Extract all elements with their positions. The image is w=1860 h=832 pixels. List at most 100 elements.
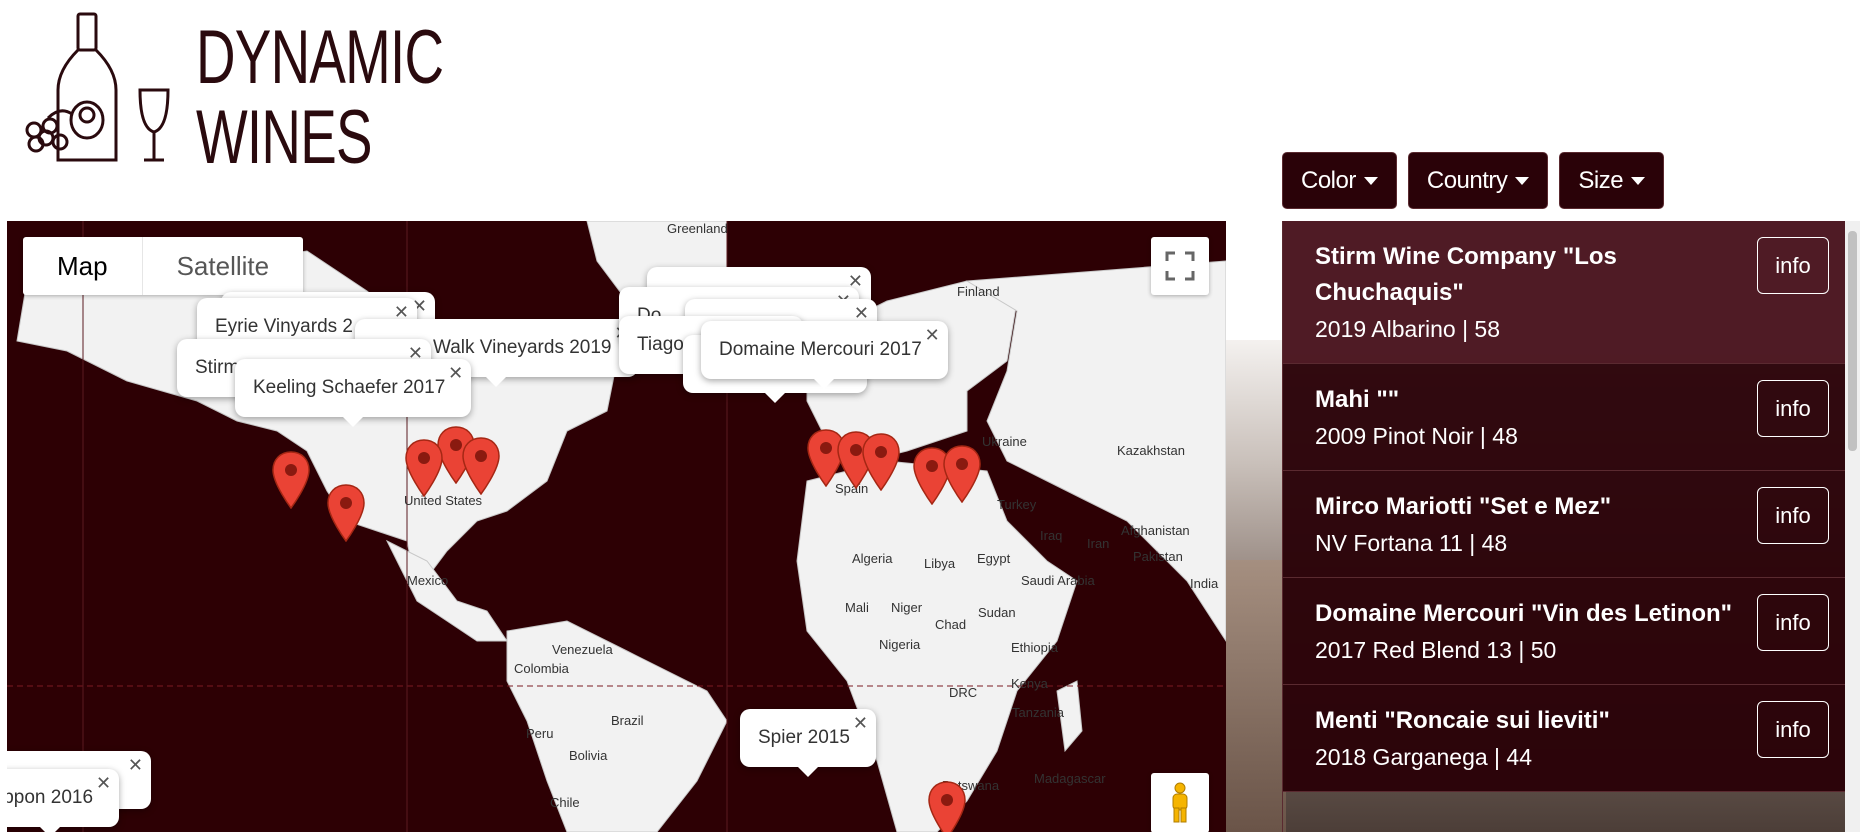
map-label: Turkey	[997, 497, 1037, 512]
logo-line-1: DYNAMIC	[196, 15, 444, 100]
logo-wordmark: DYNAMIC WINES	[196, 15, 444, 180]
info-button[interactable]: info	[1757, 237, 1829, 294]
wine-name: Mirco Mariotti "Set e Mez"	[1315, 493, 1612, 520]
country-filter-label: Country	[1426, 166, 1508, 194]
map-label: Colombia	[514, 661, 569, 676]
map-label: Chad	[935, 617, 967, 632]
map-label: Kazakhstan	[1117, 443, 1185, 458]
close-icon[interactable]: ✕	[96, 773, 111, 794]
map-marker-icon[interactable]	[272, 451, 310, 509]
infowindow-label: Spier 2015	[758, 727, 850, 748]
map-label: Bolivia	[569, 748, 608, 763]
close-icon[interactable]: ✕	[925, 325, 940, 346]
infowindow-label: Keeling Schaefer 2017	[253, 377, 446, 398]
map-marker-icon[interactable]	[405, 439, 443, 497]
map-label: Algeria	[852, 551, 893, 566]
map-label: Egypt	[977, 551, 1011, 566]
color-filter-dropdown[interactable]: Color	[1282, 152, 1397, 209]
wine-list-item[interactable]: Mahi "" 2009 Pinot Noir | 48 info	[1283, 364, 1846, 471]
map-infowindow[interactable]: ippon 2016 ✕	[7, 769, 120, 832]
wine-details: 2018 Garganega | 44	[1315, 744, 1532, 770]
map-label: Mali	[845, 600, 869, 615]
wine-details: 2019 Albarino | 58	[1315, 316, 1501, 342]
map-label: Mexico	[407, 573, 449, 588]
map-marker-icon[interactable]	[327, 484, 365, 542]
map-infowindow[interactable]: Keeling Schaefer 2017 ✕	[235, 359, 472, 427]
wine-name: Menti "Roncaie sui lieviti"	[1315, 707, 1610, 734]
map-label: Pakistan	[1133, 549, 1183, 564]
site-logo[interactable]: DYNAMIC WINES	[20, 10, 444, 178]
map-label: Tanzania	[1012, 705, 1065, 720]
map-label: Libya	[924, 556, 956, 571]
map-infowindow[interactable]: Domaine Mercouri 2017 ✕	[701, 321, 948, 389]
wine-name: Domaine Mercouri "Vin des Letinon"	[1315, 600, 1733, 627]
map-label: Niger	[891, 600, 923, 615]
wine-details: NV Fortana 11 | 48	[1315, 530, 1508, 556]
caret-down-icon	[1515, 176, 1530, 185]
tab-map[interactable]: Map	[23, 237, 143, 295]
info-button[interactable]: info	[1757, 594, 1829, 651]
close-icon[interactable]: ✕	[128, 755, 143, 776]
map-label: Venezuela	[552, 642, 613, 657]
wine-list-item[interactable]: Domaine Mercouri "Vin des Letinon" 2017 …	[1283, 578, 1846, 685]
fullscreen-button[interactable]	[1151, 237, 1209, 295]
tab-satellite[interactable]: Satellite	[143, 237, 304, 295]
map-label: DRC	[949, 685, 978, 700]
map-label: Ukraine	[982, 434, 1027, 449]
map-label: Ethiopia	[1011, 640, 1058, 655]
info-button[interactable]: info	[1757, 380, 1829, 437]
map-label: Saudi Arabia	[1021, 573, 1095, 588]
map-label: Madagascar	[1034, 771, 1106, 786]
size-filter-dropdown[interactable]: Size	[1559, 152, 1665, 209]
background-photo-edge	[1226, 560, 1286, 832]
wine-details: 2009 Pinot Noir | 48	[1315, 423, 1518, 449]
country-filter-dropdown[interactable]: Country	[1407, 152, 1549, 209]
map-label: Peru	[526, 726, 554, 741]
map-label: Afghanistan	[1121, 523, 1190, 538]
wine-name: Mahi ""	[1315, 386, 1400, 413]
wine-list: Stirm Wine Company "Los Chuchaquis" 2019…	[1282, 221, 1846, 832]
info-button[interactable]: info	[1757, 701, 1829, 758]
size-filter-label: Size	[1578, 166, 1624, 194]
filter-bar: Color Country Size	[1282, 152, 1665, 209]
map-marker-icon[interactable]	[862, 433, 900, 491]
map-infowindow[interactable]: Spier 2015 ✕	[740, 709, 876, 777]
world-map[interactable]: Greenland Finland Kazakhstan Ukraine Spa…	[7, 221, 1226, 832]
logo-line-2: WINES	[196, 95, 372, 180]
caret-down-icon	[1363, 176, 1378, 185]
wine-list-item[interactable]: Menti "Roncaie sui lieviti" 2018 Gargane…	[1283, 685, 1846, 792]
fullscreen-icon	[1165, 251, 1195, 281]
map-label: Chile	[550, 795, 580, 810]
list-scrollbar[interactable]	[1845, 221, 1860, 832]
info-button[interactable]: info	[1757, 487, 1829, 544]
infowindow-label: Tiago	[637, 334, 684, 355]
close-icon[interactable]: ✕	[448, 363, 463, 384]
map-marker-icon[interactable]	[928, 781, 966, 832]
map-label: Sudan	[978, 605, 1016, 620]
map-label: India	[1190, 576, 1219, 591]
pegman-icon	[1172, 782, 1188, 823]
map-label: Finland	[957, 284, 1000, 299]
map-landmass	[7, 221, 1226, 832]
close-icon[interactable]: ✕	[853, 713, 868, 734]
wine-details: 2017 Red Blend 13 | 50	[1315, 637, 1557, 663]
map-label: Iran	[1087, 536, 1110, 551]
map-marker-icon[interactable]	[462, 437, 500, 495]
map-label: Iraq	[1040, 528, 1063, 543]
caret-down-icon	[1631, 176, 1646, 185]
infowindow-label: Domaine Mercouri 2017	[719, 339, 922, 360]
map-label: Greenland	[667, 221, 728, 236]
map-marker-icon[interactable]	[943, 445, 981, 503]
wine-list-item[interactable]: Mirco Mariotti "Set e Mez" NV Fortana 11…	[1283, 471, 1846, 578]
wine-bottle-icon	[25, 12, 170, 162]
infowindow-label: Eyrie Vinyards 2	[215, 316, 353, 337]
map-label: Brazil	[611, 713, 644, 728]
wine-list-item[interactable]: Stirm Wine Company "Los Chuchaquis" 2019…	[1283, 221, 1846, 364]
street-view-button[interactable]	[1151, 773, 1209, 832]
color-filter-label: Color	[1301, 166, 1356, 194]
wine-name: Stirm Wine Company "Los Chuchaquis"	[1315, 243, 1617, 306]
infowindow-label: Stirm	[195, 357, 240, 378]
map-label: Kenya	[1011, 676, 1048, 691]
scrollbar-thumb[interactable]	[1848, 231, 1857, 451]
infowindow-label: ippon 2016	[7, 787, 94, 808]
